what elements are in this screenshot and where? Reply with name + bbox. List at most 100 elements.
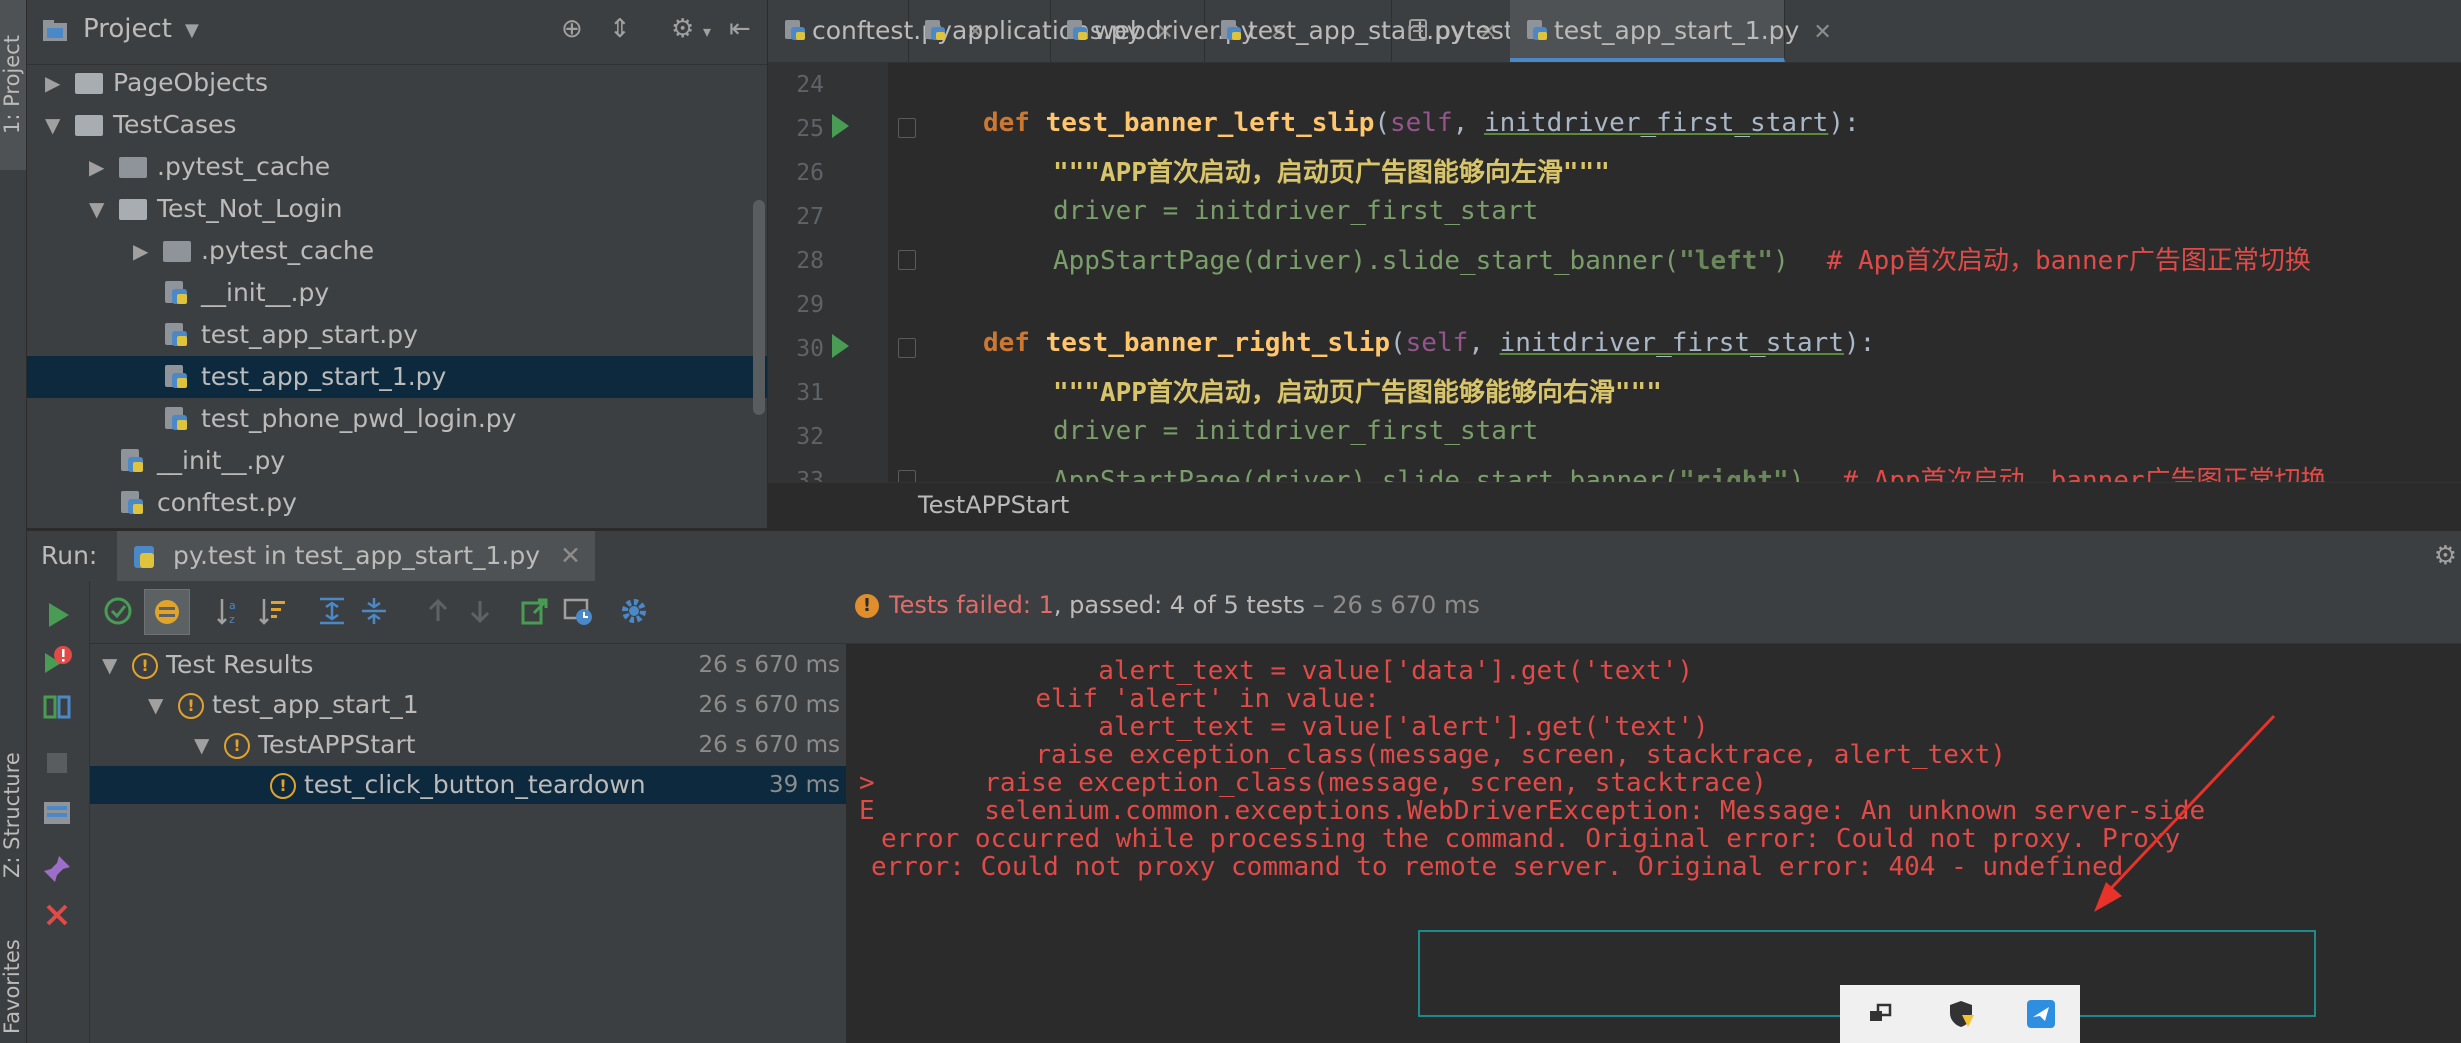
line-number: 27 bbox=[796, 204, 824, 230]
rerun-failed-icon[interactable] bbox=[41, 645, 73, 677]
editor-tab[interactable]: test_app_start_1.py ✕ bbox=[1510, 0, 1832, 62]
line-number: 24 bbox=[796, 72, 824, 98]
editor-tab[interactable]: applications.py ✕ bbox=[908, 0, 1174, 62]
expanded-arrow-icon[interactable]: ▼ bbox=[194, 726, 209, 764]
tree-item[interactable]: test_app_start_1.py bbox=[27, 356, 767, 398]
network-icon[interactable] bbox=[1866, 999, 1896, 1029]
tree-item[interactable]: test_app_start.py bbox=[27, 314, 767, 356]
run-config-tab[interactable]: py.test in test_app_start_1.py ✕ bbox=[117, 531, 595, 581]
editor-tab[interactable]: conftest.py ✕ bbox=[768, 0, 984, 62]
expanded-arrow-icon[interactable]: ▼ bbox=[148, 686, 163, 724]
test-result-row[interactable]: ! test_click_button_teardown 39 ms bbox=[90, 766, 846, 804]
console-line: error occurred while processing the comm… bbox=[881, 824, 2181, 854]
code-line-32[interactable]: driver = initdriver_first_start bbox=[1053, 416, 1538, 446]
console-line: alert_text = value['alert'].get('text') bbox=[1098, 712, 1709, 742]
locate-icon[interactable]: ⊕ bbox=[561, 14, 583, 44]
rerun-icon[interactable] bbox=[41, 599, 73, 631]
collapse-all-icon[interactable] bbox=[358, 595, 390, 627]
test-result-duration: 26 s 670 ms bbox=[698, 692, 840, 718]
code-line-26[interactable]: """APP首次启动，启动页广告图能够向左滑""" bbox=[1053, 152, 1610, 189]
python-file-icon bbox=[925, 20, 945, 40]
editor-tab[interactable]: webdriver.py ✕ bbox=[1050, 0, 1288, 62]
test-history-icon[interactable] bbox=[562, 595, 594, 627]
project-scrollbar[interactable] bbox=[753, 200, 765, 415]
code-line-25[interactable]: def test_banner_left_slip(self, initdriv… bbox=[983, 108, 1860, 138]
collapsed-arrow-icon[interactable]: ▶ bbox=[133, 230, 148, 272]
breadcrumb: TestAPPStart bbox=[768, 482, 2461, 529]
project-panel: Project ▼ ⊕ ⇕ ⚙ ▾ ⇤ ▶ PageObjects ▼ TestCas… bbox=[27, 0, 767, 528]
project-panel-title[interactable]: Project bbox=[83, 14, 172, 44]
code-line-31[interactable]: """APP首次启动，启动页广告图能够能够向右滑""" bbox=[1053, 372, 1662, 409]
test-results-tree: ▼! Test Results 26 s 670 ms ▼! test_app_star… bbox=[90, 644, 847, 1043]
console-line: raise exception_class(message, screen, s… bbox=[1035, 740, 2006, 770]
collapse-all-icon[interactable]: ⇕ bbox=[609, 14, 631, 44]
tree-item[interactable]: __init__.py bbox=[27, 440, 767, 482]
tree-item[interactable]: test_phone_pwd_login.py bbox=[27, 398, 767, 440]
settings-gear-icon[interactable] bbox=[618, 595, 650, 627]
expanded-arrow-icon[interactable]: ▼ bbox=[102, 646, 117, 684]
expanded-arrow-icon[interactable]: ▼ bbox=[45, 104, 60, 146]
editor-tab[interactable]: pytest.ini✕ bbox=[1391, 0, 1584, 62]
console-line: elif 'alert' in value: bbox=[1035, 684, 1380, 714]
run-test-icon[interactable] bbox=[832, 114, 849, 138]
breadcrumb-class[interactable]: TestAPPStart bbox=[918, 491, 1069, 519]
next-failed-icon bbox=[470, 601, 490, 624]
line-number: 31 bbox=[796, 380, 824, 406]
tree-item-label: conftest.py bbox=[157, 488, 297, 517]
close-icon[interactable]: ✕ bbox=[1813, 20, 1831, 45]
warning-icon: ! bbox=[224, 733, 250, 759]
test-result-row[interactable]: ▼! Test Results 26 s 670 ms bbox=[90, 646, 846, 684]
console-line: E selenium.common.exceptions.WebDriverEx… bbox=[859, 796, 2206, 826]
tree-item[interactable]: ▼ TestCases bbox=[27, 104, 767, 146]
code-line-28[interactable]: AppStartPage(driver).slide_start_banner(… bbox=[1053, 240, 2311, 277]
structure-tool-tab[interactable]: Z: Structure bbox=[0, 740, 26, 890]
fold-marker-icon[interactable] bbox=[898, 250, 916, 270]
test-result-duration: 26 s 670 ms bbox=[698, 652, 840, 678]
collapsed-arrow-icon[interactable]: ▶ bbox=[89, 146, 104, 188]
gear-dropdown-icon[interactable]: ▾ bbox=[703, 22, 711, 41]
test-result-row[interactable]: ▼! TestAPPStart 26 s 670 ms bbox=[90, 726, 846, 764]
project-tool-tab[interactable]: 1: Project bbox=[0, 0, 26, 170]
tree-item[interactable]: conftest.py bbox=[27, 482, 767, 524]
code-line-33[interactable]: AppStartPage(driver).slide_start_banner(… bbox=[1053, 460, 2327, 482]
tree-item[interactable]: __init__.py bbox=[27, 272, 767, 314]
tree-item[interactable]: ▶ .pytest_cache bbox=[27, 146, 767, 188]
python-file-icon bbox=[121, 449, 143, 472]
tree-item[interactable]: ▶ .pytest_cache bbox=[27, 230, 767, 272]
pin-icon[interactable] bbox=[41, 853, 73, 885]
chevron-down-icon[interactable]: ▼ bbox=[185, 20, 199, 41]
expand-all-icon[interactable] bbox=[316, 595, 348, 627]
collapsed-arrow-icon[interactable]: ▶ bbox=[45, 62, 60, 104]
tree-item-label: __init__.py bbox=[157, 446, 286, 475]
expanded-arrow-icon[interactable]: ▼ bbox=[89, 188, 104, 230]
hide-panel-icon[interactable]: ⇤ bbox=[729, 14, 751, 44]
fold-marker-icon[interactable] bbox=[898, 118, 916, 138]
code-line-30[interactable]: def test_banner_right_slip(self, initdri… bbox=[983, 328, 1875, 358]
security-warning-icon[interactable] bbox=[1946, 999, 1976, 1029]
export-results-icon[interactable] bbox=[518, 595, 550, 627]
tree-item-label: test_phone_pwd_login.py bbox=[201, 404, 517, 433]
close-icon[interactable]: ✕ bbox=[560, 541, 581, 570]
run-test-icon[interactable] bbox=[832, 334, 849, 358]
gear-icon[interactable]: ⚙ bbox=[2434, 541, 2457, 571]
line-number: 25 bbox=[796, 116, 824, 142]
test-result-row[interactable]: ▼! test_app_start_1 26 s 670 ms bbox=[90, 686, 846, 724]
tree-item[interactable]: ▼ Test_Not_Login bbox=[27, 188, 767, 230]
favorites-tool-tab[interactable]: Favorites bbox=[0, 930, 26, 1043]
code-line-27[interactable]: driver = initdriver_first_start bbox=[1053, 196, 1538, 226]
tree-item[interactable]: ▶ PageObjects bbox=[27, 62, 767, 104]
dump-threads-icon[interactable] bbox=[41, 797, 73, 829]
app-bird-icon[interactable] bbox=[2026, 999, 2056, 1029]
show-ignored-toggle[interactable] bbox=[144, 589, 190, 635]
gear-icon[interactable]: ⚙ bbox=[671, 14, 694, 44]
test-result-label: test_click_button_teardown bbox=[304, 770, 646, 799]
editor-tab[interactable]: test_app_start.py ✕ bbox=[1204, 0, 1497, 62]
fold-marker-icon[interactable] bbox=[898, 338, 916, 358]
sort-alphabetically-icon[interactable]: az bbox=[214, 595, 246, 627]
close-icon[interactable] bbox=[41, 899, 73, 931]
python-file-icon bbox=[1221, 20, 1241, 40]
toggle-auto-test-icon[interactable] bbox=[41, 691, 73, 723]
sort-by-duration-icon[interactable] bbox=[256, 595, 288, 627]
show-passed-icon[interactable] bbox=[102, 595, 134, 627]
left-tool-strip: 1: Project Z: Structure Favorites bbox=[0, 0, 27, 1043]
